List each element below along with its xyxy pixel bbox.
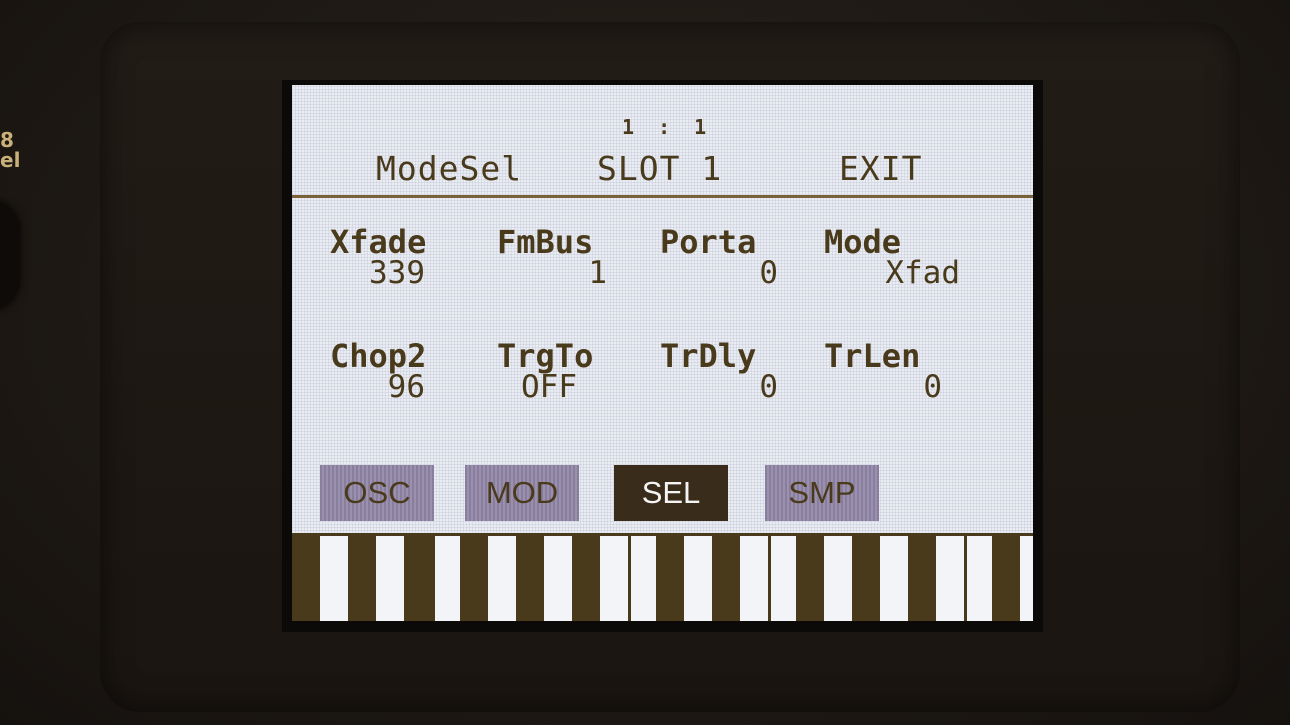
key-separator <box>628 536 631 621</box>
pattern-position: 1 : 1 <box>622 115 713 139</box>
param-fmbus[interactable]: FmBus 1 <box>497 223 662 291</box>
black-key[interactable] <box>656 536 684 621</box>
param-label: Porta <box>660 223 757 261</box>
black-key[interactable] <box>292 536 320 621</box>
black-key[interactable] <box>348 536 376 621</box>
knob[interactable] <box>0 200 20 310</box>
param-xfade[interactable]: Xfade 339 <box>330 223 495 291</box>
param-label: TrLen <box>824 337 921 375</box>
lcd-display: 1 : 1 ModeSel SLOT 1 EXIT Xfade 339 FmBu… <box>292 85 1033 621</box>
tab-mod[interactable]: MOD <box>465 465 579 521</box>
param-trdly[interactable]: TrDly 0 <box>660 337 825 405</box>
param-label: TrDly <box>660 337 757 375</box>
side-label: 8 el <box>0 130 20 170</box>
header-divider <box>292 195 1033 198</box>
black-key[interactable] <box>908 536 936 621</box>
modesel-button[interactable]: ModeSel <box>376 149 522 188</box>
key-separator <box>964 536 967 621</box>
black-key[interactable] <box>572 536 600 621</box>
side-label-bottom: el <box>0 148 21 172</box>
key-separator <box>432 536 435 621</box>
param-trlen[interactable]: TrLen 0 <box>824 337 989 405</box>
tab-osc[interactable]: OSC <box>320 465 434 521</box>
slot-button[interactable]: SLOT 1 <box>597 149 722 188</box>
param-mode[interactable]: Mode Xfad <box>824 223 989 291</box>
device-body: 8 el 1 : 1 ModeSel SLOT 1 EXIT Xfade 339… <box>0 0 1290 725</box>
exit-button[interactable]: EXIT <box>839 149 922 188</box>
key-separator <box>768 536 771 621</box>
black-key[interactable] <box>516 536 544 621</box>
param-trgto[interactable]: TrgTo OFF <box>497 337 662 405</box>
black-key[interactable] <box>796 536 824 621</box>
side-label-top: 8 <box>0 128 14 152</box>
param-chop2[interactable]: Chop2 96 <box>330 337 495 405</box>
black-key[interactable] <box>460 536 488 621</box>
piano-keyboard <box>292 533 1033 621</box>
param-label: FmBus <box>497 223 594 261</box>
black-key[interactable] <box>992 536 1020 621</box>
black-key[interactable] <box>404 536 432 621</box>
black-key[interactable] <box>712 536 740 621</box>
black-key[interactable] <box>852 536 880 621</box>
tab-sel[interactable]: SEL <box>614 465 728 521</box>
tab-smp[interactable]: SMP <box>765 465 879 521</box>
lcd-screen-frame: 1 : 1 ModeSel SLOT 1 EXIT Xfade 339 FmBu… <box>282 80 1043 632</box>
header: 1 : 1 ModeSel SLOT 1 EXIT <box>292 85 1033 198</box>
param-porta[interactable]: Porta 0 <box>660 223 825 291</box>
